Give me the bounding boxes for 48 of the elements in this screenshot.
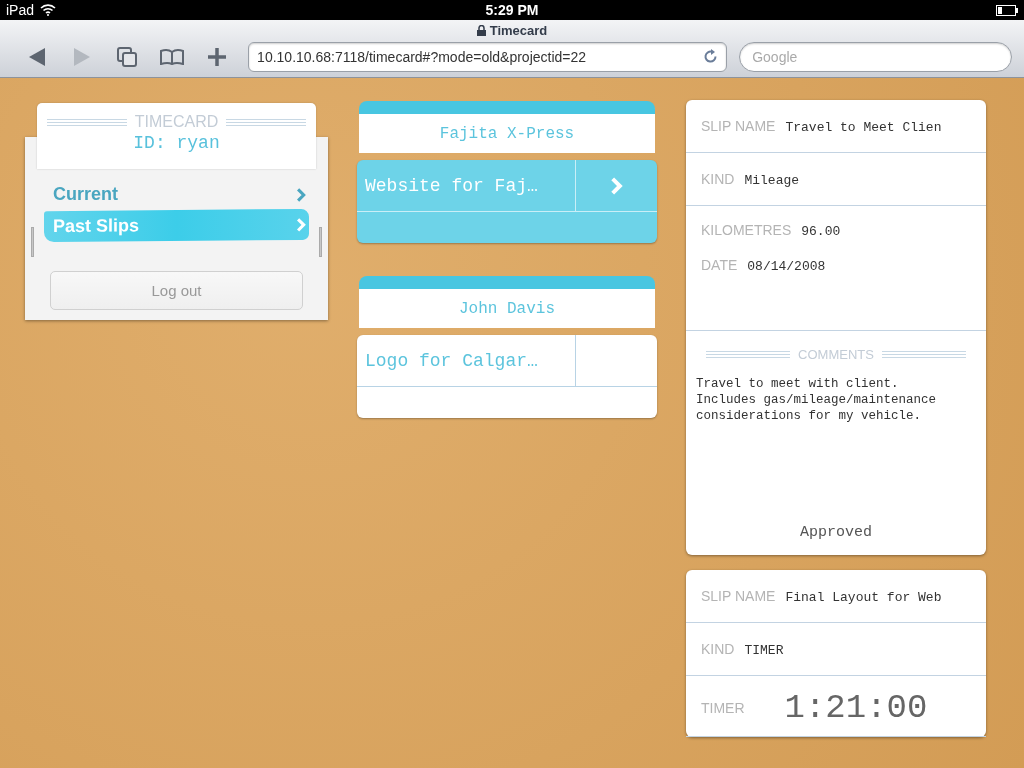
chevron-right-icon: [296, 217, 306, 232]
comment-text: Travel to meet with client. Includes gas/mileage/maintenance considerations for my vehicle.: [696, 376, 938, 425]
page-title: Timecard: [489, 22, 548, 38]
field-label: TIMER: [701, 700, 745, 716]
field-label: SLIP NAME: [701, 117, 776, 134]
logout-button[interactable]: Log out: [50, 271, 303, 310]
wifi-icon: [40, 4, 57, 16]
chevron-right-icon: [296, 187, 306, 202]
device-name: iPad: [6, 2, 35, 18]
field-value: 96.00: [801, 224, 841, 239]
chevron-right-icon: [610, 176, 623, 195]
card-title: TIMECARD: [134, 113, 219, 131]
search-field[interactable]: Google: [739, 41, 1012, 72]
forward-icon: [73, 47, 90, 66]
task-name: Website for Faj…: [364, 174, 539, 198]
task-name: Logo for Calgar…: [364, 349, 539, 373]
lock-icon: [476, 24, 486, 36]
field-value: Travel to Meet Clien: [785, 119, 942, 135]
url-text: 10.10.10.68:7118/timecard#?mode=old&projectid=22: [257, 48, 588, 65]
field-value: Mileage: [744, 172, 800, 188]
clock: 5:29 PM: [485, 2, 539, 18]
book-icon: [160, 48, 185, 65]
field-label: KILOMETRES: [701, 222, 792, 238]
menu-item[interactable]: Past Slips: [44, 208, 309, 243]
client-name: John Davis: [459, 299, 555, 318]
timer-value: 1:21:00: [784, 689, 928, 727]
field-label: KIND: [701, 640, 735, 657]
plus-icon: [208, 47, 227, 66]
approval-status: Approved: [800, 524, 872, 541]
back-icon: [28, 47, 45, 66]
reload-icon[interactable]: [703, 49, 719, 64]
task-card[interactable]: Website for Faj…: [357, 160, 657, 243]
menu-item[interactable]: Current: [44, 179, 309, 211]
panel-handle: [319, 227, 322, 257]
field-label: DATE: [701, 257, 738, 273]
user-id: ID: ryan: [133, 133, 220, 153]
client-name: Fajita X-Press: [439, 124, 575, 143]
field-value: 08/14/2008: [747, 259, 826, 274]
field-value: TIMER: [744, 642, 784, 658]
field-label: KIND: [701, 170, 735, 187]
field-label: SLIP NAME: [701, 587, 776, 604]
field-value: Final Layout for Web: [785, 589, 942, 605]
pages-icon: [117, 46, 138, 67]
address-field[interactable]: 10.10.10.68:7118/timecard#?mode=old&projectid=22: [248, 41, 728, 72]
panel-handle: [31, 227, 34, 257]
task-card[interactable]: Logo for Calgar…: [357, 335, 657, 418]
battery-icon: [996, 4, 1018, 16]
comments-heading: COMMENTS: [798, 347, 874, 362]
